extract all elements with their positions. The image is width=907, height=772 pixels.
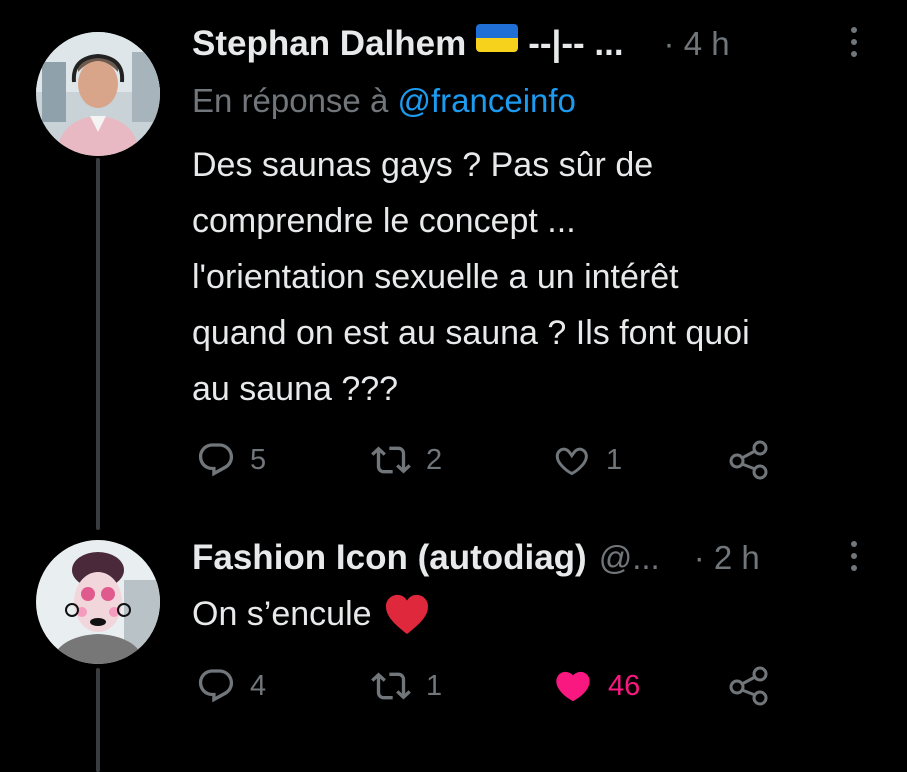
share-button[interactable] [728, 666, 770, 706]
share-icon [729, 666, 768, 706]
retweet-button[interactable]: 2 [370, 440, 442, 480]
tweet-text: On s’encule [192, 586, 430, 642]
thread-line-top [96, 158, 100, 530]
tweet-text-line: quand on est au sauna ? Ils font quoi [192, 314, 750, 352]
avatar-stephan[interactable] [36, 32, 160, 156]
tweet-header: Stephan Dalhem --|-- ... · 4 h [192, 24, 730, 64]
tweet-text: Des saunas gays ? Pas sûr de comprendre … [192, 137, 750, 417]
reply-mention-link[interactable]: @franceinfo [397, 82, 575, 119]
reply-count: 5 [250, 443, 267, 476]
share-icon [729, 440, 768, 480]
reply-icon [198, 443, 234, 477]
reply-context: En réponse à @franceinfo [192, 82, 576, 120]
display-name[interactable]: Stephan Dalhem [192, 24, 466, 64]
more-vertical-icon[interactable] [848, 26, 860, 64]
retweet-count: 2 [426, 443, 443, 476]
like-count: 46 [608, 669, 641, 702]
share-button[interactable] [728, 440, 770, 480]
ukraine-flag-icon [476, 24, 519, 52]
reply-count: 4 [250, 669, 267, 702]
like-button[interactable]: 46 [552, 666, 640, 706]
display-name[interactable]: Fashion Icon (autodiag) [192, 538, 587, 578]
tweet-text-line: Des saunas gays ? Pas sûr de [192, 146, 654, 184]
tweet-text-line: comprendre le concept ... [192, 202, 576, 240]
retweet-icon [371, 446, 411, 474]
reply-icon [198, 669, 234, 703]
retweet-icon [371, 672, 411, 700]
display-name-suffix: --|-- ... [528, 24, 624, 63]
handle[interactable]: @... [599, 539, 660, 577]
avatar-fashion-icon[interactable] [36, 540, 160, 664]
timestamp[interactable]: · 2 h [694, 539, 760, 577]
tweet-text-line: l'orientation sexuelle a un intérêt [192, 258, 679, 296]
retweet-count: 1 [426, 669, 443, 702]
like-count: 1 [606, 443, 623, 476]
reply-label: En réponse à [192, 82, 389, 119]
heart-icon [555, 447, 588, 476]
tweet-header: Fashion Icon (autodiag) @... · 2 h [192, 538, 760, 578]
red-heart-emoji [385, 594, 428, 635]
timestamp[interactable]: · 4 h [664, 25, 730, 63]
thread-line-bottom [96, 668, 100, 772]
like-button[interactable]: 1 [552, 440, 622, 480]
heart-icon [556, 671, 590, 702]
reply-button[interactable]: 4 [196, 666, 266, 706]
retweet-button[interactable]: 1 [370, 666, 442, 706]
tweet-text-line: On s’encule [192, 595, 372, 633]
tweet-text-line: au sauna ??? [192, 370, 399, 408]
reply-button[interactable]: 5 [196, 440, 266, 480]
more-vertical-icon[interactable] [848, 540, 860, 578]
